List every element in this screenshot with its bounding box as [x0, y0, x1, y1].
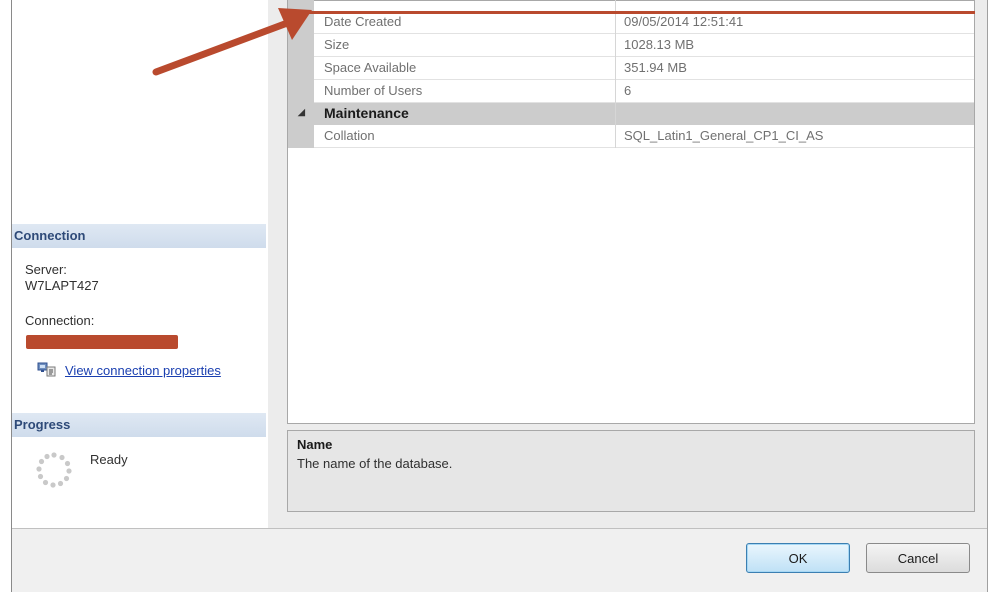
property-value: 1028.13 MB — [624, 37, 695, 52]
property-value: SQL_Latin1_General_CP1_CI_AS — [624, 128, 824, 143]
property-description-panel: Name The name of the database. — [287, 430, 975, 512]
server-label: Server: — [25, 262, 67, 277]
category-label: Maintenance — [324, 105, 409, 121]
progress-status: Ready — [90, 452, 128, 467]
connection-label: Connection: — [25, 313, 95, 328]
cancel-button[interactable]: Cancel — [866, 543, 970, 573]
collapse-toggle-icon[interactable]: ◢ — [298, 107, 305, 118]
property-row-date-created[interactable]: Date Created 09/05/2014 12:51:41 — [314, 11, 974, 34]
property-column-divider — [615, 0, 616, 148]
property-name: Number of Users — [324, 83, 423, 98]
server-value: W7LAPT427 — [25, 278, 99, 293]
property-name: Collation — [324, 128, 375, 143]
property-name: Space Available — [324, 60, 417, 75]
property-row-space-available[interactable]: Space Available 351.94 MB — [314, 57, 974, 80]
annotation-underline — [300, 11, 975, 14]
dialog-right-border — [987, 0, 988, 592]
progress-spinner-icon — [36, 452, 72, 488]
property-row-number-of-users[interactable]: Number of Users 6 — [314, 80, 974, 103]
property-name: Date Created — [324, 14, 402, 29]
progress-section-header: Progress — [12, 413, 266, 437]
database-properties-dialog: Connection Server: W7LAPT427 Connection:… — [0, 0, 991, 592]
category-maintenance[interactable]: ◢ Maintenance — [288, 103, 974, 125]
property-value: 351.94 MB — [624, 60, 687, 75]
connection-properties-icon[interactable] — [37, 361, 57, 377]
property-value: 09/05/2014 12:51:41 — [624, 14, 744, 29]
description-title: Name — [297, 437, 333, 452]
property-name: Size — [324, 37, 350, 52]
view-connection-properties-link[interactable]: View connection properties — [65, 363, 221, 378]
connection-section-header: Connection — [12, 224, 266, 248]
property-row-size[interactable]: Size 1028.13 MB — [314, 34, 974, 57]
property-row-collation[interactable]: Collation SQL_Latin1_General_CP1_CI_AS — [314, 125, 974, 148]
description-text: The name of the database. — [297, 456, 453, 471]
annotation-arrow-icon — [152, 8, 312, 76]
ok-button[interactable]: OK — [746, 543, 850, 573]
connection-redaction — [26, 335, 178, 349]
property-value: 6 — [624, 83, 632, 98]
